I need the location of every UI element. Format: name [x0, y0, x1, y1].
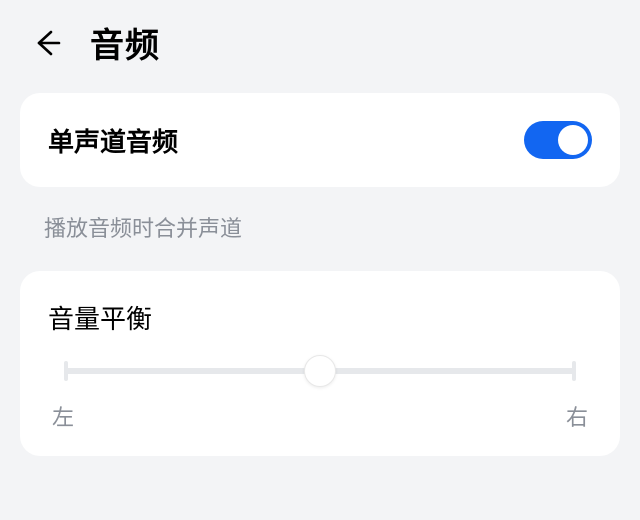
mono-audio-label: 单声道音频 [48, 122, 178, 159]
slider-endcap-left [64, 361, 68, 381]
mono-audio-card: 单声道音频 [20, 93, 620, 187]
volume-balance-card: 音量平衡 左 右 [20, 271, 620, 456]
page-title: 音频 [90, 18, 160, 67]
volume-balance-slider[interactable] [48, 368, 592, 374]
slider-right-label: 右 [566, 400, 588, 432]
slider-endcap-right [572, 361, 576, 381]
back-icon[interactable] [32, 28, 62, 58]
slider-labels: 左 右 [48, 400, 592, 432]
toggle-knob [558, 125, 588, 155]
slider-thumb[interactable] [304, 355, 336, 387]
mono-audio-row: 单声道音频 [48, 121, 592, 159]
header: 音频 [0, 0, 640, 93]
slider-left-label: 左 [52, 400, 74, 432]
mono-audio-toggle[interactable] [524, 121, 592, 159]
mono-audio-description: 播放音频时合并声道 [44, 211, 596, 243]
volume-balance-title: 音量平衡 [48, 299, 592, 336]
